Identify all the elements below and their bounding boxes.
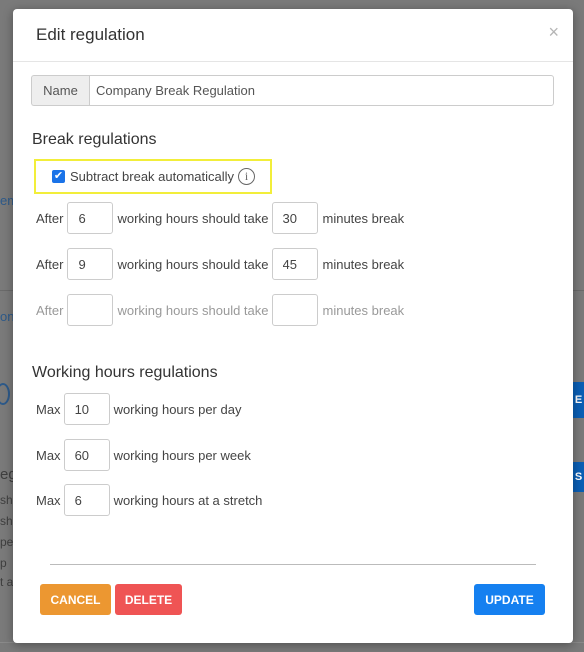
info-icon[interactable]: i	[238, 168, 256, 185]
modal-title: Edit regulation	[36, 25, 145, 44]
name-input[interactable]	[89, 75, 554, 106]
after-label: After	[36, 302, 64, 318]
break-rule-row: After working hours should take minutes …	[36, 294, 404, 326]
background-icon	[0, 383, 10, 405]
break-rule-row: After working hours should take minutes …	[36, 248, 404, 280]
should-take-label: working hours should take	[117, 256, 269, 272]
name-label: Name	[31, 75, 89, 106]
should-take-label: working hours should take	[117, 302, 269, 318]
max-label: Max	[36, 447, 61, 463]
close-icon[interactable]: ×	[548, 23, 559, 41]
break-hours-input[interactable]	[67, 202, 114, 234]
break-hours-input[interactable]	[67, 248, 114, 280]
delete-button[interactable]: DELETE	[115, 584, 182, 615]
per-day-label: working hours per day	[113, 401, 242, 417]
minutes-break-label: minutes break	[322, 210, 405, 226]
subtract-break-label[interactable]: Subtract break automatically	[70, 169, 234, 184]
minutes-break-label: minutes break	[322, 256, 405, 272]
working-hours-row: Max working hours at a stretch	[36, 484, 262, 516]
background-text: sh	[0, 514, 13, 528]
background-divider	[573, 290, 584, 291]
footer-divider	[50, 564, 536, 565]
working-hours-row: Max working hours per week	[36, 439, 251, 471]
subtract-break-highlight: ✔ Subtract break automatically i	[34, 159, 272, 194]
max-hours-per-week-input[interactable]	[63, 439, 110, 471]
break-minutes-input[interactable]	[271, 248, 318, 280]
per-week-label: working hours per week	[113, 447, 251, 463]
background-button: E	[573, 382, 584, 418]
background-text: sh	[0, 493, 13, 507]
break-rule-row: After working hours should take minutes …	[36, 202, 404, 234]
max-hours-per-day-input[interactable]	[63, 393, 110, 425]
break-minutes-input[interactable]	[271, 202, 318, 234]
working-hours-title: Working hours regulations	[32, 364, 218, 381]
name-input-group: Name	[31, 75, 554, 106]
after-label: After	[36, 256, 64, 272]
break-minutes-input[interactable]	[271, 294, 318, 326]
minutes-break-label: minutes break	[322, 302, 405, 318]
update-button[interactable]: UPDATE	[474, 584, 545, 615]
background-text: p	[0, 556, 7, 570]
max-label: Max	[36, 492, 61, 508]
background-text: pe	[0, 535, 14, 549]
break-hours-input[interactable]	[67, 294, 114, 326]
edit-regulation-modal: Edit regulation × Name Break regulations…	[13, 9, 573, 643]
info-glyph: i	[244, 169, 249, 183]
background-text: t a	[0, 575, 14, 589]
subtract-break-checkbox[interactable]: ✔	[52, 170, 65, 183]
max-label: Max	[36, 401, 61, 417]
should-take-label: working hours should take	[117, 210, 269, 226]
max-hours-at-stretch-input[interactable]	[63, 484, 110, 516]
background-divider	[0, 290, 13, 291]
working-hours-row: Max working hours per day	[36, 393, 241, 425]
break-regulations-title: Break regulations	[32, 131, 157, 148]
background-button: S	[573, 462, 584, 492]
modal-header: Edit regulation ×	[13, 9, 573, 62]
after-label: After	[36, 210, 64, 226]
cancel-button[interactable]: CANCEL	[40, 584, 111, 615]
at-stretch-label: working hours at a stretch	[113, 492, 263, 508]
checkmark-icon: ✔	[53, 170, 64, 182]
